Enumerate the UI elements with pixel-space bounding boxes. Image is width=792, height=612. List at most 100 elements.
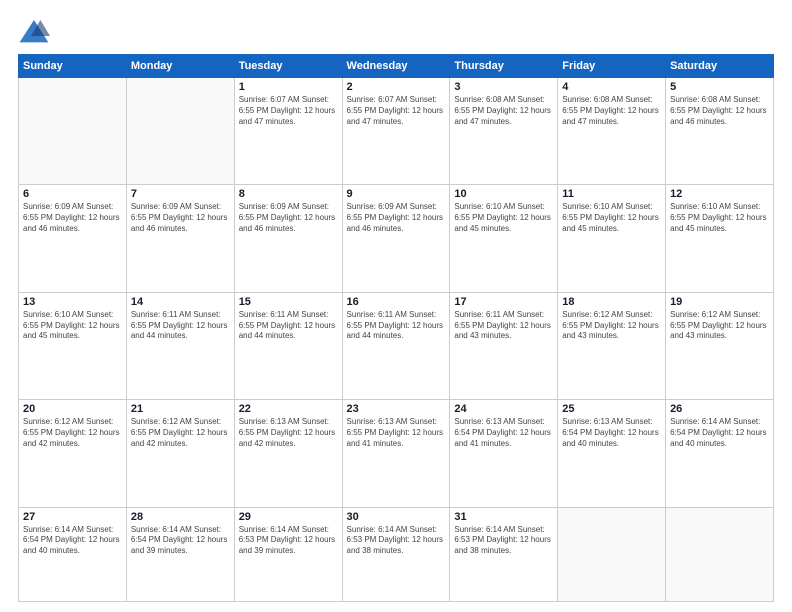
day-number: 31 (454, 511, 553, 523)
day-info: Sunrise: 6:09 AM Sunset: 6:55 PM Dayligh… (131, 202, 230, 234)
day-info: Sunrise: 6:08 AM Sunset: 6:55 PM Dayligh… (562, 95, 661, 127)
calendar-cell: 1 Sunrise: 6:07 AM Sunset: 6:55 PM Daylig… (234, 78, 342, 185)
calendar-cell: 20 Sunrise: 6:12 AM Sunset: 6:55 PM Dayli… (19, 400, 127, 507)
calendar-cell: 29 Sunrise: 6:14 AM Sunset: 6:53 PM Dayli… (234, 507, 342, 601)
calendar-cell: 27 Sunrise: 6:14 AM Sunset: 6:54 PM Dayli… (19, 507, 127, 601)
calendar-cell: 16 Sunrise: 6:11 AM Sunset: 6:55 PM Dayli… (342, 292, 450, 399)
calendar-cell (19, 78, 127, 185)
day-number: 10 (454, 188, 553, 200)
day-info: Sunrise: 6:09 AM Sunset: 6:55 PM Dayligh… (347, 202, 446, 234)
day-number: 23 (347, 403, 446, 415)
calendar-cell: 23 Sunrise: 6:13 AM Sunset: 6:55 PM Dayli… (342, 400, 450, 507)
day-number: 17 (454, 296, 553, 308)
day-number: 11 (562, 188, 661, 200)
day-number: 1 (239, 81, 338, 93)
day-number: 30 (347, 511, 446, 523)
calendar-cell: 26 Sunrise: 6:14 AM Sunset: 6:54 PM Dayli… (666, 400, 774, 507)
day-number: 12 (670, 188, 769, 200)
logo (18, 18, 54, 46)
day-number: 26 (670, 403, 769, 415)
day-info: Sunrise: 6:10 AM Sunset: 6:55 PM Dayligh… (454, 202, 553, 234)
day-number: 9 (347, 188, 446, 200)
day-number: 4 (562, 81, 661, 93)
day-info: Sunrise: 6:11 AM Sunset: 6:55 PM Dayligh… (454, 310, 553, 342)
calendar-cell: 21 Sunrise: 6:12 AM Sunset: 6:55 PM Dayli… (126, 400, 234, 507)
day-number: 18 (562, 296, 661, 308)
weekday-header-monday: Monday (126, 55, 234, 78)
day-info: Sunrise: 6:14 AM Sunset: 6:53 PM Dayligh… (454, 525, 553, 557)
calendar-cell: 4 Sunrise: 6:08 AM Sunset: 6:55 PM Daylig… (558, 78, 666, 185)
day-number: 16 (347, 296, 446, 308)
calendar-cell: 17 Sunrise: 6:11 AM Sunset: 6:55 PM Dayli… (450, 292, 558, 399)
calendar-cell: 6 Sunrise: 6:09 AM Sunset: 6:55 PM Daylig… (19, 185, 127, 292)
calendar-cell: 22Sunrise: 6:13 AM Sunset: 6:55 PM Dayli… (234, 400, 342, 507)
weekday-header-wednesday: Wednesday (342, 55, 450, 78)
day-info: Sunrise: 6:09 AM Sunset: 6:55 PM Dayligh… (239, 202, 338, 234)
calendar-cell: 30 Sunrise: 6:14 AM Sunset: 6:53 PM Dayli… (342, 507, 450, 601)
calendar-cell: 14 Sunrise: 6:11 AM Sunset: 6:55 PM Dayli… (126, 292, 234, 399)
calendar-cell: 13 Sunrise: 6:10 AM Sunset: 6:55 PM Dayli… (19, 292, 127, 399)
day-info: Sunrise: 6:08 AM Sunset: 6:55 PM Dayligh… (454, 95, 553, 127)
day-info: Sunrise: 6:11 AM Sunset: 6:55 PM Dayligh… (239, 310, 338, 342)
page: SundayMondayTuesdayWednesdayThursdayFrid… (0, 0, 792, 612)
day-number: 28 (131, 511, 230, 523)
calendar-cell: 3 Sunrise: 6:08 AM Sunset: 6:55 PM Daylig… (450, 78, 558, 185)
week-row-1: 1 Sunrise: 6:07 AM Sunset: 6:55 PM Daylig… (19, 78, 774, 185)
calendar-cell: 11 Sunrise: 6:10 AM Sunset: 6:55 PM Dayli… (558, 185, 666, 292)
calendar-cell: 7 Sunrise: 6:09 AM Sunset: 6:55 PM Daylig… (126, 185, 234, 292)
calendar-cell: 5 Sunrise: 6:08 AM Sunset: 6:55 PM Daylig… (666, 78, 774, 185)
day-info: Sunrise: 6:14 AM Sunset: 6:53 PM Dayligh… (239, 525, 338, 557)
day-number: 5 (670, 81, 769, 93)
day-number: 6 (23, 188, 122, 200)
week-row-2: 6 Sunrise: 6:09 AM Sunset: 6:55 PM Daylig… (19, 185, 774, 292)
day-info: Sunrise: 6:14 AM Sunset: 6:54 PM Dayligh… (670, 417, 769, 449)
day-info: Sunrise: 6:12 AM Sunset: 6:55 PM Dayligh… (562, 310, 661, 342)
week-row-5: 27 Sunrise: 6:14 AM Sunset: 6:54 PM Dayli… (19, 507, 774, 601)
logo-icon (18, 18, 50, 46)
day-number: 14 (131, 296, 230, 308)
day-info: Sunrise: 6:10 AM Sunset: 6:55 PM Dayligh… (23, 310, 122, 342)
day-number: 25 (562, 403, 661, 415)
weekday-header-tuesday: Tuesday (234, 55, 342, 78)
weekday-header-saturday: Saturday (666, 55, 774, 78)
day-info: Sunrise: 6:07 AM Sunset: 6:55 PM Dayligh… (239, 95, 338, 127)
calendar: SundayMondayTuesdayWednesdayThursdayFrid… (18, 54, 774, 602)
day-number: 27 (23, 511, 122, 523)
day-info: Sunrise: 6:10 AM Sunset: 6:55 PM Dayligh… (562, 202, 661, 234)
day-info: Sunrise: 6:14 AM Sunset: 6:54 PM Dayligh… (131, 525, 230, 557)
day-info: Sunrise: 6:12 AM Sunset: 6:55 PM Dayligh… (23, 417, 122, 449)
day-number: 24 (454, 403, 553, 415)
calendar-cell: 10 Sunrise: 6:10 AM Sunset: 6:55 PM Dayli… (450, 185, 558, 292)
day-info: Sunrise: 6:14 AM Sunset: 6:54 PM Dayligh… (23, 525, 122, 557)
day-number: 29 (239, 511, 338, 523)
weekday-header-friday: Friday (558, 55, 666, 78)
calendar-cell: 9 Sunrise: 6:09 AM Sunset: 6:55 PM Daylig… (342, 185, 450, 292)
day-number: 2 (347, 81, 446, 93)
calendar-cell: 24 Sunrise: 6:13 AM Sunset: 6:54 PM Dayli… (450, 400, 558, 507)
day-number: 22 (239, 403, 338, 415)
calendar-cell: 12 Sunrise: 6:10 AM Sunset: 6:55 PM Dayli… (666, 185, 774, 292)
day-info: Sunrise: 6:13 AM Sunset: 6:54 PM Dayligh… (454, 417, 553, 449)
day-info: Sunrise: 6:14 AM Sunset: 6:53 PM Dayligh… (347, 525, 446, 557)
weekday-header-sunday: Sunday (19, 55, 127, 78)
day-number: 13 (23, 296, 122, 308)
day-info: Sunrise: 6:12 AM Sunset: 6:55 PM Dayligh… (131, 417, 230, 449)
day-info: Sunrise: 6:09 AM Sunset: 6:55 PM Dayligh… (23, 202, 122, 234)
day-number: 21 (131, 403, 230, 415)
calendar-cell: 19Sunrise: 6:12 AM Sunset: 6:55 PM Dayli… (666, 292, 774, 399)
calendar-cell: 18 Sunrise: 6:12 AM Sunset: 6:55 PM Dayli… (558, 292, 666, 399)
day-info: Sunrise: 6:08 AM Sunset: 6:55 PM Dayligh… (670, 95, 769, 127)
day-info: Sunrise: 6:12 AM Sunset: 6:55 PM Dayligh… (670, 310, 769, 342)
day-number: 7 (131, 188, 230, 200)
calendar-cell: 28 Sunrise: 6:14 AM Sunset: 6:54 PM Dayli… (126, 507, 234, 601)
day-info: Sunrise: 6:10 AM Sunset: 6:55 PM Dayligh… (670, 202, 769, 234)
day-info: Sunrise: 6:11 AM Sunset: 6:55 PM Dayligh… (131, 310, 230, 342)
day-number: 3 (454, 81, 553, 93)
day-number: 20 (23, 403, 122, 415)
calendar-cell: 25Sunrise: 6:13 AM Sunset: 6:54 PM Dayli… (558, 400, 666, 507)
calendar-cell (126, 78, 234, 185)
day-info: Sunrise: 6:13 AM Sunset: 6:55 PM Dayligh… (347, 417, 446, 449)
calendar-cell: 31 Sunrise: 6:14 AM Sunset: 6:53 PM Dayli… (450, 507, 558, 601)
day-info: Sunrise: 6:11 AM Sunset: 6:55 PM Dayligh… (347, 310, 446, 342)
day-info: Sunrise: 6:07 AM Sunset: 6:55 PM Dayligh… (347, 95, 446, 127)
